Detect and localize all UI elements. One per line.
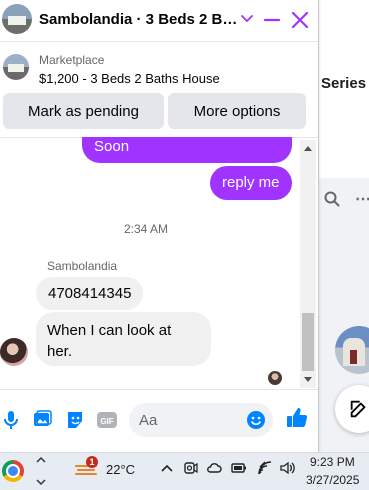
cloud-icon[interactable] [206, 460, 222, 476]
gif-icon[interactable]: GIF [96, 409, 118, 431]
compose-button[interactable] [335, 385, 369, 433]
volume-icon[interactable] [279, 460, 295, 476]
more-options-button[interactable]: More options [168, 93, 306, 129]
seen-indicator-avatar [268, 371, 282, 385]
listing-title: $1,200 - 3 Beds 2 Baths House [39, 71, 220, 86]
mic-icon[interactable] [0, 409, 22, 431]
incoming-message[interactable]: 4708414345 [36, 277, 144, 310]
compose-icon [350, 400, 366, 418]
listing-avatar[interactable] [2, 4, 32, 34]
more-icon[interactable]: ⋯ [355, 189, 369, 209]
chat-header: Sambolandia · 3 Beds 2 Baths House [0, 0, 318, 42]
close-icon[interactable] [290, 10, 310, 30]
camera-icon[interactable] [183, 460, 199, 476]
scrollbar-thumb[interactable] [302, 313, 314, 371]
chat-title[interactable]: Sambolandia · 3 Beds 2 Baths House [39, 11, 239, 28]
incoming-message[interactable]: When I can look at her. [36, 312, 211, 366]
minimize-icon[interactable] [263, 11, 281, 29]
chevron-up-down-icon[interactable] [35, 454, 47, 488]
search-icon[interactable] [323, 190, 341, 208]
marketplace-listing[interactable]: Marketplace $1,200 - 3 Beds 2 Baths Hous… [0, 43, 318, 91]
mark-as-pending-button[interactable]: Mark as pending [3, 93, 164, 129]
battery-icon[interactable] [231, 460, 247, 476]
temperature[interactable]: 22°C [106, 462, 135, 477]
chevron-down-icon[interactable] [240, 12, 254, 26]
sender-name: Sambolandia [47, 259, 118, 273]
image-icon[interactable] [31, 409, 53, 431]
scroll-down-arrow-icon[interactable] [303, 376, 313, 384]
scroll-up-arrow-icon[interactable] [303, 144, 313, 152]
outgoing-message[interactable]: Soon [82, 137, 292, 163]
chat-window: Sambolandia · 3 Beds 2 Baths House Marke… [0, 0, 318, 452]
marketplace-label: Marketplace [39, 53, 105, 67]
clock-time[interactable]: 9:23 PM [310, 455, 355, 469]
svg-text:GIF: GIF [100, 417, 113, 426]
background-page: Series ⋯ [318, 0, 369, 452]
background-heading: Series [321, 75, 367, 92]
listing-thumbnail [3, 54, 29, 80]
sticker-icon[interactable] [64, 409, 86, 431]
message-timestamp: 2:34 AM [123, 222, 169, 236]
notification-badge: 1 [86, 456, 98, 468]
chevron-up-icon[interactable] [159, 460, 175, 476]
chrome-icon[interactable] [2, 460, 24, 482]
emoji-icon[interactable] [246, 410, 266, 430]
clock-date[interactable]: 3/27/2025 [306, 473, 359, 487]
contact-avatar[interactable] [335, 326, 369, 374]
outgoing-message[interactable]: reply me [210, 166, 292, 200]
wifi-icon[interactable] [257, 460, 273, 476]
sender-avatar[interactable] [0, 338, 28, 366]
thumbs-up-icon[interactable] [285, 406, 309, 430]
